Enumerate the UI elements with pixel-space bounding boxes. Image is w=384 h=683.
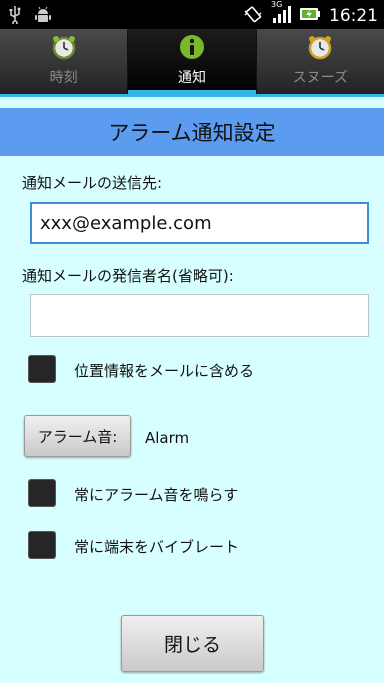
email-field[interactable] <box>30 202 369 244</box>
tab-bar: 時刻 通知 スヌーズ <box>0 29 384 94</box>
sender-name-field[interactable] <box>30 294 369 337</box>
snooze-clock-icon <box>307 34 333 60</box>
close-button[interactable]: 閉じる <box>121 615 264 672</box>
info-icon <box>179 34 205 60</box>
tab-label: スヌーズ <box>292 70 348 86</box>
always-sound-label: 常にアラーム音を鳴らす <box>74 486 239 504</box>
tab-indicator-line <box>0 94 384 97</box>
usb-icon <box>8 6 22 28</box>
tab-notification[interactable]: 通知 <box>128 29 257 94</box>
alarm-sound-button[interactable]: アラーム音: <box>24 415 131 457</box>
clock: 16:21 <box>329 6 378 26</box>
always-sound-checkbox[interactable] <box>28 479 56 507</box>
include-location-checkbox[interactable] <box>28 355 56 383</box>
dialog-title: アラーム通知設定 <box>0 108 384 156</box>
signal-icon: 3G <box>271 0 291 28</box>
tab-label: 通知 <box>177 70 206 86</box>
status-bar: 3G 16:21 <box>0 0 384 29</box>
include-location-label: 位置情報をメールに含める <box>74 362 255 380</box>
alarm-sound-value: Alarm <box>145 429 190 447</box>
battery-icon <box>299 6 321 26</box>
vibrate-icon <box>243 5 263 27</box>
alarm-clock-icon <box>51 34 77 60</box>
tab-snooze[interactable]: スヌーズ <box>257 29 384 94</box>
tab-label: 時刻 <box>49 70 78 86</box>
always-vibrate-checkbox[interactable] <box>28 531 56 559</box>
tab-time[interactable]: 時刻 <box>0 29 129 94</box>
email-label: 通知メールの送信先: <box>22 174 163 192</box>
sender-name-label: 通知メールの発信者名(省略可): <box>22 267 234 285</box>
always-vibrate-label: 常に端末をバイブレート <box>74 538 240 556</box>
android-icon <box>34 6 52 28</box>
